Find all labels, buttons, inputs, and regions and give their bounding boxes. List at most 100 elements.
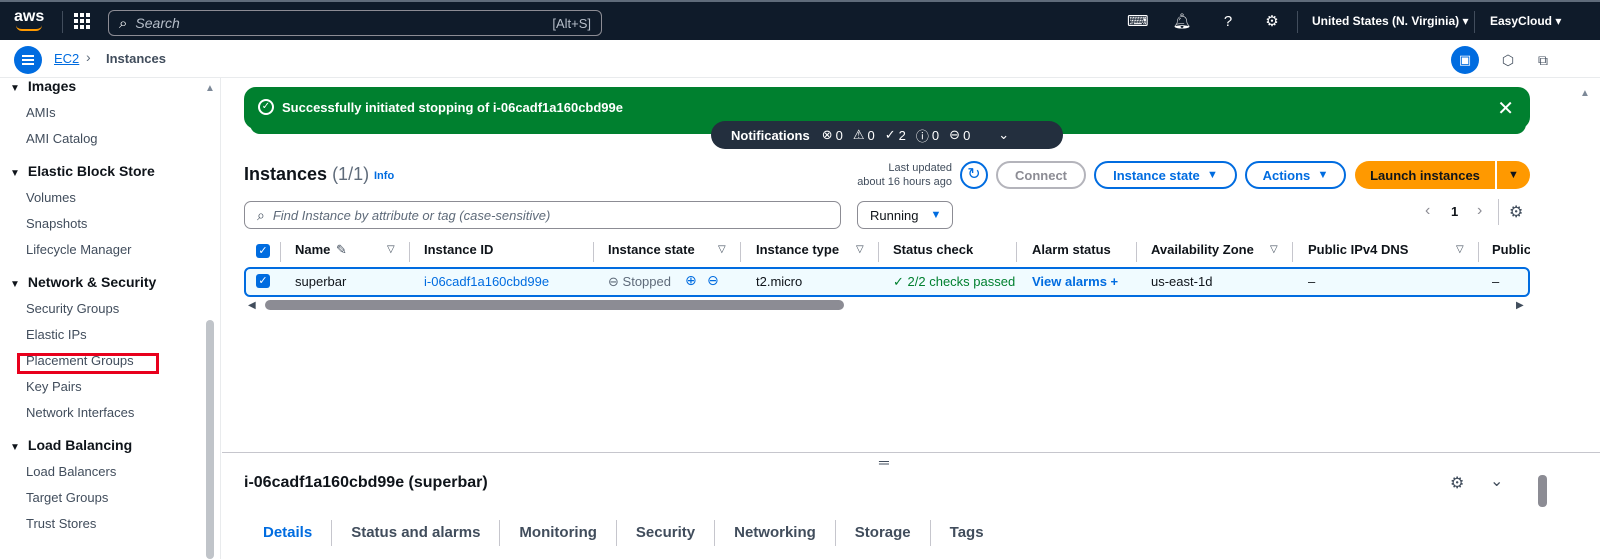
cell-instance-id-link[interactable]: i-06cadf1a160cbd99e [424,274,549,289]
col-status-check[interactable]: Status check [893,242,973,257]
tab-networking[interactable]: Networking [715,520,836,546]
launch-instances-button[interactable]: Launch instances [1355,161,1495,189]
zoom-out-icon[interactable]: ⊖ [707,272,719,289]
side-nav-toggle-button[interactable] [14,46,42,74]
breadcrumb-ec2[interactable]: EC2 [54,51,79,66]
sidebar-item-load-balancers[interactable]: Load Balancers [26,464,116,479]
details-scrollbar[interactable] [1538,475,1547,507]
zoom-in-icon[interactable]: ⊕ [685,272,697,289]
page-number[interactable]: 1 [1451,204,1458,219]
details-tabs: Details Status and alarms Monitoring Sec… [244,518,1003,554]
sidebar-item-ami-catalog[interactable]: AMI Catalog [26,131,98,146]
global-search[interactable]: ⌕ Search [Alt+S] [108,10,602,36]
info-icon: ⓘ [915,128,929,144]
notifications-bar[interactable]: Notifications ⊗ 0 ⚠ 0 ✓ 2 ⓘ 0 ⊖ 0 ⌄ [711,121,1063,149]
chevron-right-icon[interactable]: › [1477,202,1482,220]
chevron-down-icon[interactable]: ⌄ [998,127,1009,143]
cloudshell-tool-icon[interactable]: ⬡ [1498,50,1518,70]
sidebar-section-images[interactable]: Images [10,78,76,94]
tab-storage[interactable]: Storage [836,520,931,546]
launch-dropdown-button[interactable]: ▼ [1497,161,1530,189]
details-settings-gear-icon[interactable]: ⚙ [1450,473,1464,493]
col-instance-state[interactable]: Instance state [608,242,695,257]
chevron-down-icon[interactable]: ⌄ [1490,471,1503,491]
refresh-icon[interactable]: ↻ [960,161,988,189]
aws-logo-text: aws [14,8,45,25]
column-separator [1136,242,1137,262]
sidebar-item-security-groups[interactable]: Security Groups [26,301,119,316]
feedback-icon[interactable]: ⧉ [1533,50,1553,70]
column-separator [1016,242,1017,262]
sidebar-section-ebs[interactable]: Elastic Block Store [10,163,155,179]
cloudshell-icon[interactable]: ⌨ [1127,12,1149,32]
sidebar-section-load-balancing[interactable]: Load Balancing [10,437,132,453]
scroll-up-icon[interactable]: ▲ [205,83,215,94]
row-checkbox[interactable]: ✓ [256,274,270,288]
scroll-left-icon[interactable]: ◀ [248,300,256,311]
horizontal-scrollbar[interactable] [265,300,844,310]
info-count: ⓘ 0 [915,127,940,144]
sidebar-section-network-security[interactable]: Network & Security [10,274,156,290]
sidebar-item-trust-stores[interactable]: Trust Stores [26,516,96,531]
sidebar-item-snapshots[interactable]: Snapshots [26,216,87,231]
filter-input[interactable] [272,207,813,223]
instance-state-button[interactable]: Instance state ▼ [1094,161,1237,189]
sidebar-item-network-interfaces[interactable]: Network Interfaces [26,405,134,420]
sidebar-item-target-groups[interactable]: Target Groups [26,490,108,505]
sort-icon[interactable]: ▽ [387,244,395,255]
region-selector[interactable]: United States (N. Virginia) ▾ [1312,14,1469,28]
cell-instance-type: t2.micro [756,274,803,289]
nav-divider [1474,11,1475,33]
col-alarm-status[interactable]: Alarm status [1032,242,1111,257]
table-settings-gear-icon[interactable]: ⚙ [1509,202,1523,222]
tab-monitoring[interactable]: Monitoring [500,520,617,546]
sidebar-item-elastic-ips[interactable]: Elastic IPs [26,327,87,342]
tab-security[interactable]: Security [617,520,716,546]
notifications-bell-icon[interactable]: 🔔︎ [1172,12,1192,32]
sort-icon[interactable]: ▽ [1456,244,1464,255]
connect-button[interactable]: Connect [996,161,1086,189]
breadcrumb-bar: EC2 › Instances ▣ ⬡ ⧉ [0,40,1600,78]
tab-status-and-alarms[interactable]: Status and alarms [332,520,501,546]
search-input[interactable]: Search [135,15,552,31]
highlight-annotation-box [17,353,159,374]
last-updated: Last updated about 16 hours ago [857,162,952,188]
plus-icon: + [1110,274,1119,289]
state-filter-select[interactable]: Running ▼ [857,201,953,229]
sidebar-item-amis[interactable]: AMIs [26,105,56,120]
sidebar-item-volumes[interactable]: Volumes [26,190,76,205]
sidebar-item-key-pairs[interactable]: Key Pairs [26,379,82,394]
scroll-up-icon[interactable]: ▲ [1580,88,1590,99]
pending-count: ⊖ 0 [949,127,971,143]
chevron-left-icon[interactable]: ‹ [1425,202,1430,220]
split-panel-icon[interactable]: ▣ [1451,46,1479,74]
col-instance-id[interactable]: Instance ID [424,242,493,257]
close-icon[interactable]: ✕ [1497,96,1514,121]
col-instance-type[interactable]: Instance type [756,242,839,257]
resize-handle-icon[interactable]: ═ [879,454,889,470]
col-name[interactable]: Name [295,242,330,257]
cell-availability-zone: us-east-1d [1151,274,1213,289]
pending-icon: ⊖ [949,127,961,142]
actions-button[interactable]: Actions ▼ [1245,161,1346,189]
sidebar-scrollbar[interactable] [206,320,214,559]
info-link[interactable]: Info [374,170,394,182]
aws-logo[interactable]: aws [14,8,48,34]
col-availability-zone[interactable]: Availability Zone [1151,242,1254,257]
col-public[interactable]: Public [1492,242,1530,257]
tab-details[interactable]: Details [244,520,333,546]
account-menu[interactable]: EasyCloud ▾ [1490,14,1561,28]
help-icon[interactable]: ? [1218,12,1238,32]
sidebar-item-lifecycle-manager[interactable]: Lifecycle Manager [26,242,132,257]
select-all-checkbox[interactable]: ✓ [256,244,270,258]
tab-tags[interactable]: Tags [931,520,1003,546]
sort-icon[interactable]: ▽ [856,244,864,255]
sort-icon[interactable]: ▽ [718,244,726,255]
instance-filter[interactable]: ⌕ [244,201,841,229]
col-public-ipv4-dns[interactable]: Public IPv4 DNS [1308,242,1408,257]
scroll-right-icon[interactable]: ▶ [1516,300,1524,311]
settings-gear-icon[interactable]: ⚙ [1262,12,1282,32]
view-alarms-link[interactable]: View alarms + [1032,274,1118,289]
sort-icon[interactable]: ▽ [1270,244,1278,255]
services-grid-icon[interactable] [74,13,90,29]
